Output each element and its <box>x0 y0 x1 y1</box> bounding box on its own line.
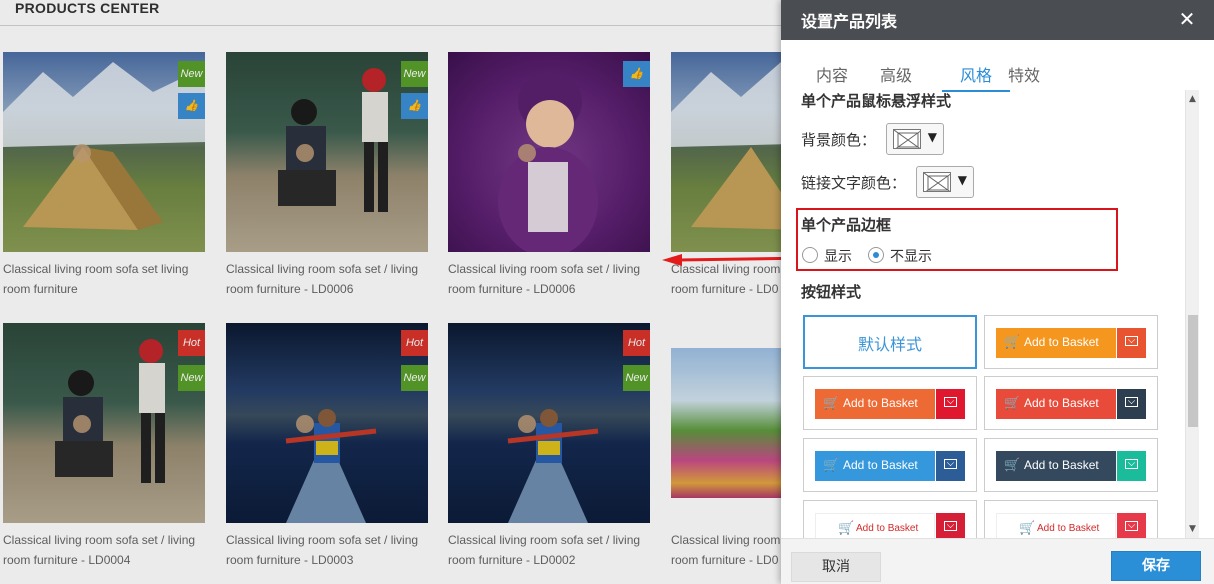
basket-main: 🛒 Add to Basket <box>996 451 1116 481</box>
basket-side <box>1117 389 1146 419</box>
cart-icon: 🛒 <box>1004 396 1021 411</box>
tab-label: 特效 <box>1008 66 1041 85</box>
basket-side <box>936 451 965 481</box>
basket-main: 🛒 Add to Basket <box>996 389 1116 419</box>
button-style-option[interactable]: 🛒 Add to Basket <box>984 500 1158 538</box>
basket-side <box>1117 513 1146 538</box>
color-swatch-empty-icon <box>893 129 921 149</box>
annotation-highlight-box <box>796 208 1118 271</box>
basket-label: Add to Basket <box>843 458 918 472</box>
basket-side <box>936 389 965 419</box>
dialog-scroll-area[interactable]: 单个产品鼠标悬浮样式 背景颜色： ▼ 链接文字颜色： ▼ 单个产品边框 显示 不… <box>781 88 1214 538</box>
basket-main: 🛒 Add to Basket <box>815 513 935 538</box>
bg-color-label: 背景颜色： <box>801 131 877 149</box>
tab-effects[interactable]: 特效 <box>1008 62 1040 90</box>
mail-icon <box>1125 336 1138 346</box>
basket-label: Add to Basket <box>1037 523 1100 534</box>
save-button[interactable]: 保存 <box>1111 551 1201 581</box>
add-to-basket-preview: 🛒 Add to Basket <box>996 513 1146 538</box>
link-text-color-picker[interactable]: ▼ <box>916 166 974 198</box>
caret-down-icon: ▼ <box>927 130 937 144</box>
button-style-option[interactable]: 🛒 Add to Basket <box>803 500 977 538</box>
basket-main: 🛒 Add to Basket <box>815 389 935 419</box>
mail-icon <box>944 521 957 531</box>
tab-content[interactable]: 内容 <box>816 62 848 90</box>
button-style-title: 按钮样式 <box>801 283 862 301</box>
basket-main: 🛒 Add to Basket <box>996 328 1116 358</box>
caret-down-icon: ▼ <box>957 173 967 187</box>
close-icon[interactable]: ✕ <box>1176 8 1198 30</box>
basket-side <box>936 513 965 538</box>
tab-label: 风格 <box>959 66 992 85</box>
bg-color-picker[interactable]: ▼ <box>886 123 944 155</box>
default-style-label: 默认样式 <box>857 335 922 354</box>
tab-label: 内容 <box>816 66 849 85</box>
modal-overlay <box>0 0 781 584</box>
mail-icon <box>1125 521 1138 531</box>
mail-icon <box>944 397 957 407</box>
dialog-title: 设置产品列表 <box>801 12 898 31</box>
color-swatch-empty-icon <box>923 172 951 192</box>
dialog-footer: 取消 保存 <box>781 538 1214 584</box>
button-style-option[interactable]: 🛒 Add to Basket <box>803 438 977 492</box>
mail-icon <box>1125 397 1138 407</box>
hover-style-title: 单个产品鼠标悬浮样式 <box>801 92 952 110</box>
tab-advanced[interactable]: 高级 <box>880 62 912 90</box>
button-style-option[interactable]: 🛒 Add to Basket <box>803 376 977 430</box>
cart-icon: 🛒 <box>1004 335 1021 350</box>
cart-icon: 🛒 <box>1004 458 1021 473</box>
screen: PRODUCTS CENTER New 👍 Classical living r… <box>0 0 1214 584</box>
basket-side <box>1117 328 1146 358</box>
add-to-basket-preview: 🛒 Add to Basket <box>996 451 1146 481</box>
tab-style[interactable]: 风格 <box>942 62 1010 92</box>
dialog-header: 设置产品列表 ✕ <box>781 0 1214 40</box>
basket-label: Add to Basket <box>1024 458 1099 472</box>
basket-label: Add to Basket <box>843 396 918 410</box>
cart-icon: 🛒 <box>838 521 855 536</box>
basket-main: 🛒 Add to Basket <box>815 451 935 481</box>
cart-icon: 🛒 <box>1019 521 1036 536</box>
basket-side <box>1117 451 1146 481</box>
add-to-basket-preview: 🛒 Add to Basket <box>815 451 965 481</box>
cart-icon: 🛒 <box>823 396 840 411</box>
add-to-basket-preview: 🛒 Add to Basket <box>815 513 965 538</box>
settings-dialog: 设置产品列表 ✕ 内容 高级 风格 特效 单个产品鼠标悬浮样式 背景颜色： ▼ … <box>781 0 1214 584</box>
add-to-basket-preview: 🛒 Add to Basket <box>815 389 965 419</box>
basket-main: 🛒 Add to Basket <box>996 513 1116 538</box>
tab-label: 高级 <box>880 66 913 85</box>
cart-icon: 🛒 <box>823 458 840 473</box>
mail-icon <box>944 459 957 469</box>
basket-label: Add to Basket <box>1024 335 1099 349</box>
add-to-basket-preview: 🛒 Add to Basket <box>996 389 1146 419</box>
button-style-option[interactable]: 🛒 Add to Basket <box>984 376 1158 430</box>
add-to-basket-preview: 🛒 Add to Basket <box>996 328 1146 358</box>
button-style-option[interactable]: 🛒 Add to Basket <box>984 438 1158 492</box>
link-text-color-label: 链接文字颜色： <box>801 174 907 192</box>
mail-icon <box>1125 459 1138 469</box>
button-style-option[interactable]: 🛒 Add to Basket <box>984 315 1158 369</box>
scrollbar-thumb[interactable] <box>1188 315 1198 427</box>
button-style-default[interactable]: 默认样式 <box>803 315 977 369</box>
scroll-up-arrow-icon[interactable]: ▲ <box>1186 92 1199 106</box>
basket-label: Add to Basket <box>1024 396 1099 410</box>
basket-label: Add to Basket <box>856 523 919 534</box>
vertical-scrollbar[interactable]: ▲ ▼ <box>1185 90 1199 538</box>
tab-bar: 内容 高级 风格 特效 <box>801 62 1201 92</box>
cancel-button[interactable]: 取消 <box>791 552 881 582</box>
scroll-down-arrow-icon[interactable]: ▼ <box>1186 522 1199 536</box>
